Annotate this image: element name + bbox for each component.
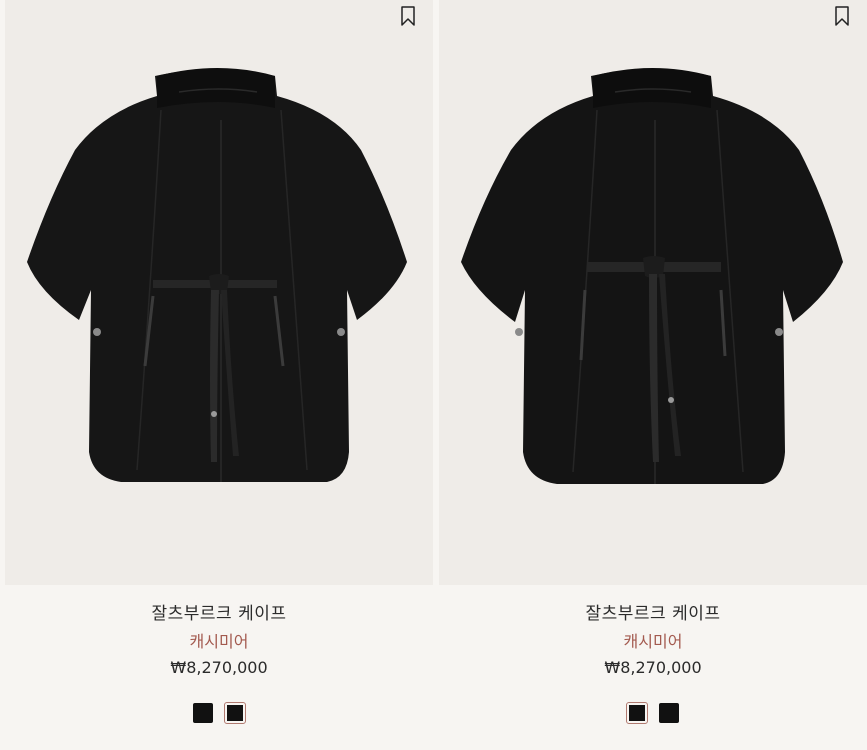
product-price: ₩8,270,000: [604, 658, 702, 677]
product-card[interactable]: 잘츠부르크 케이프 캐시미어 ₩8,270,000: [5, 0, 433, 750]
product-material: 캐시미어: [189, 632, 249, 651]
product-card[interactable]: 잘츠부르크 케이프 캐시미어 ₩8,270,000: [439, 0, 867, 750]
product-price: ₩8,270,000: [170, 658, 268, 677]
color-swatches: [439, 702, 867, 724]
product-name[interactable]: 잘츠부르크 케이프: [439, 599, 867, 624]
cape-image: [27, 68, 407, 482]
product-info: 잘츠부르크 케이프 캐시미어 ₩8,270,000: [5, 585, 433, 750]
product-name[interactable]: 잘츠부르크 케이프: [5, 599, 433, 624]
product-info: 잘츠부르크 케이프 캐시미어 ₩8,270,000: [439, 585, 867, 750]
bookmark-icon[interactable]: [401, 6, 415, 26]
product-material: 캐시미어: [623, 632, 683, 651]
color-swatch-black[interactable]: [193, 703, 213, 723]
bookmark-icon[interactable]: [835, 6, 849, 26]
color-swatches: [5, 702, 433, 724]
color-swatch-black-selected[interactable]: [224, 702, 246, 724]
product-grid: 잘츠부르크 케이프 캐시미어 ₩8,270,000 잘츠부르크 케이프 캐시미어…: [0, 0, 867, 750]
product-image[interactable]: [5, 0, 433, 585]
product-image[interactable]: [439, 0, 867, 585]
color-swatch-black[interactable]: [659, 703, 679, 723]
cape-image: [461, 68, 843, 484]
color-swatch-black-selected[interactable]: [626, 702, 648, 724]
